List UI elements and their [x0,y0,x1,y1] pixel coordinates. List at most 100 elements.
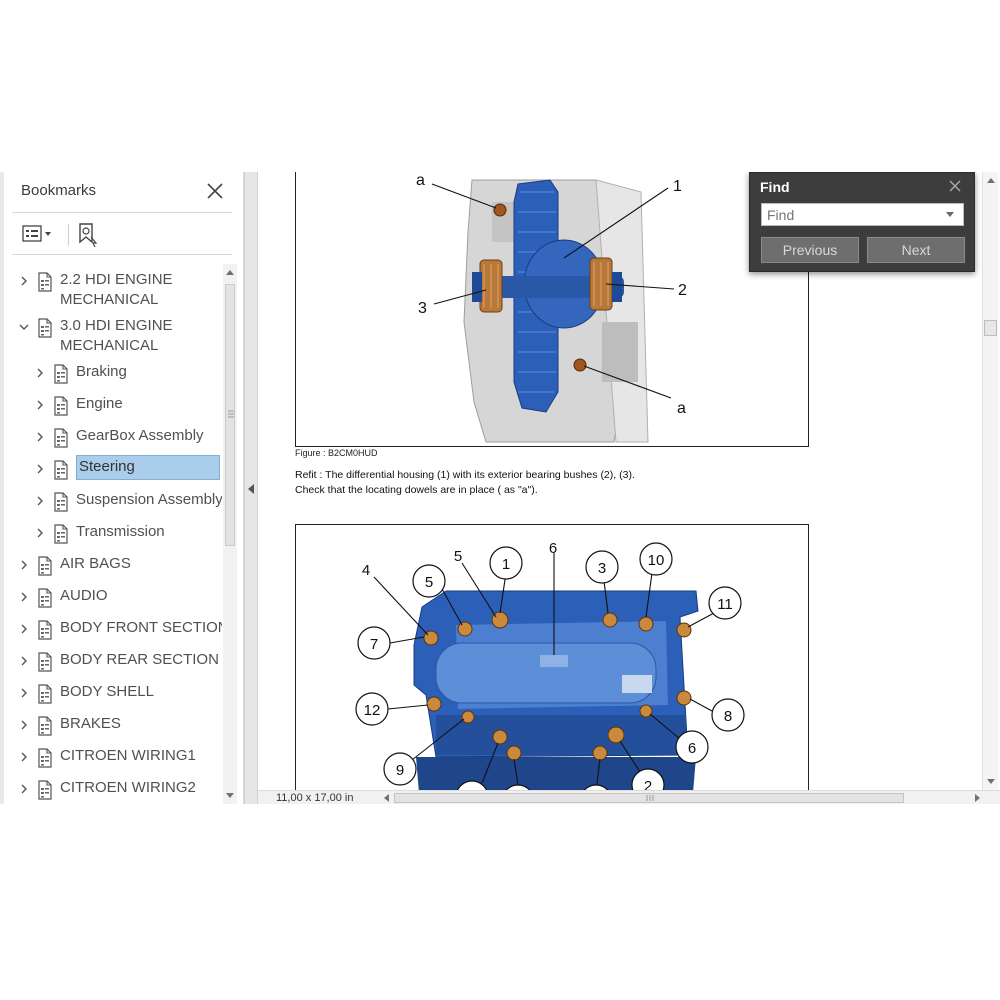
bookmark-item[interactable]: Engine [4,394,222,416]
chevron-right-icon[interactable] [18,686,30,698]
divider [12,212,232,213]
document-vertical-scrollbar[interactable] [982,172,998,790]
chevron-right-icon[interactable] [34,526,46,538]
scroll-right-arrow[interactable] [975,794,980,802]
scrollbar-thumb[interactable] [394,793,904,803]
bookmark-item[interactable]: BRAKES [4,714,222,736]
callout-6: 6 [688,740,696,757]
close-bookmarks-button[interactable] [204,180,226,202]
bookmark-label: BODY REAR SECTION [60,651,219,668]
close-icon [207,183,223,199]
chevron-right-icon[interactable] [18,750,30,762]
chevron-right-icon[interactable] [34,494,46,506]
bookmarks-title: Bookmarks [21,182,97,199]
bookmark-label: GearBox Assembly [76,427,204,444]
scrollbar-thumb[interactable] [984,320,997,336]
bookmark-page-icon [36,684,54,704]
scroll-up-arrow[interactable] [987,178,995,183]
chevron-right-icon[interactable] [18,274,30,286]
bookmark-page-icon [52,428,70,448]
scroll-down-arrow[interactable] [226,793,234,798]
grip-icon [228,410,234,418]
bookmark-item[interactable]: GearBox Assembly [4,426,222,448]
bookmark-page-icon [36,620,54,640]
callout-2: 2 [644,778,652,790]
callout-10: 10 [648,552,665,569]
bookmark-label: CITROEN WIRING2 [60,779,196,796]
chevron-down-icon[interactable] [18,320,30,332]
chevron-down-icon[interactable] [946,212,954,217]
callout-a-bottom: a [677,400,686,417]
callout-9: 9 [396,762,404,779]
close-icon [949,180,961,192]
panel-collapse-splitter[interactable] [244,172,258,804]
bookmark-label: Braking [76,363,127,380]
chevron-right-icon[interactable] [18,782,30,794]
chevron-right-icon[interactable] [18,718,30,730]
bookmarks-scrollbar[interactable] [223,264,237,804]
find-input[interactable] [761,203,964,226]
toolbar-separator [68,224,69,246]
bookmark-item[interactable]: CITROEN WIRING2 [4,778,222,800]
chevron-right-icon[interactable] [18,622,30,634]
callout-5: 5 [454,548,462,565]
new-bookmark-button[interactable] [74,220,102,248]
find-close-button[interactable] [948,179,962,193]
bookmark-page-icon [36,318,54,338]
bookmark-label: AUDIO [60,587,108,604]
bookmark-label: Engine [76,395,123,412]
bookmark-tree: 2.2 HDI ENGINE MECHANICAL 3.0 HDI ENGINE … [4,264,222,804]
instruction-line-2: Check that the locating dowels are in pl… [295,484,538,496]
chevron-right-icon[interactable] [34,430,46,442]
bookmark-label: Transmission [76,523,165,540]
chevron-right-icon[interactable] [34,366,46,378]
document-horizontal-scrollbar[interactable] [380,791,984,804]
bookmark-item[interactable]: 2.2 HDI ENGINE MECHANICAL [4,270,222,310]
bookmark-item[interactable]: Braking [4,362,222,384]
bookmark-label: CITROEN WIRING1 [60,747,196,764]
chevron-right-icon[interactable] [18,590,30,602]
callout-5-circled: 5 [425,574,433,591]
next-button[interactable]: Next [867,237,965,263]
list-options-icon [22,225,51,242]
callout-3: 3 [418,300,427,317]
chevron-right-icon[interactable] [18,558,30,570]
scrollbar-thumb[interactable] [225,284,235,546]
bookmark-page-icon [52,524,70,544]
bookmark-item[interactable]: Steering [4,455,222,480]
bookmark-item[interactable]: BODY FRONT SECTION [4,618,222,640]
bookmark-item[interactable]: BODY SHELL [4,682,222,704]
callout-3: 3 [598,560,606,577]
chevron-right-icon[interactable] [18,654,30,666]
scroll-down-arrow[interactable] [987,779,995,784]
bookmark-label: 3.0 HDI ENGINE MECHANICAL [60,317,173,354]
bookmark-item[interactable]: Transmission [4,522,222,544]
find-title: Find [760,179,790,195]
previous-button[interactable]: Previous [761,237,859,263]
bookmark-add-icon [79,223,98,248]
bookmark-page-icon [36,748,54,768]
differential-illustration: a 1 2 3 a [416,172,687,443]
bookmark-item[interactable]: AUDIO [4,586,222,608]
status-bar: 11,00 x 17,00 in [258,790,1000,804]
housing-bolts-illustration: 1 2 3 4 5 5 6 6 7 8 9 10 11 12 [355,540,745,790]
scroll-up-arrow[interactable] [226,270,234,275]
scroll-left-arrow[interactable] [384,794,389,802]
chevron-right-icon[interactable] [34,462,46,474]
options-menu-button[interactable] [20,220,56,248]
bookmark-item[interactable]: Suspension Assembly [4,490,222,512]
bookmark-page-icon [36,556,54,576]
bookmark-label: 2.2 HDI ENGINE MECHANICAL [60,271,173,308]
callout-4: 4 [362,562,370,579]
bookmark-item[interactable]: AIR BAGS [4,554,222,576]
callout-11: 11 [717,596,733,613]
bookmark-item[interactable]: BODY REAR SECTION [4,650,222,672]
callout-7: 7 [370,636,378,653]
bookmark-page-icon [36,716,54,736]
bookmark-label: Suspension Assembly [76,491,222,508]
bookmark-item[interactable]: CITROEN WIRING1 [4,746,222,768]
bookmark-item[interactable]: 3.0 HDI ENGINE MECHANICAL [4,316,222,356]
callout-1: 1 [502,556,510,573]
chevron-right-icon[interactable] [34,398,46,410]
callout-2: 2 [678,282,687,299]
